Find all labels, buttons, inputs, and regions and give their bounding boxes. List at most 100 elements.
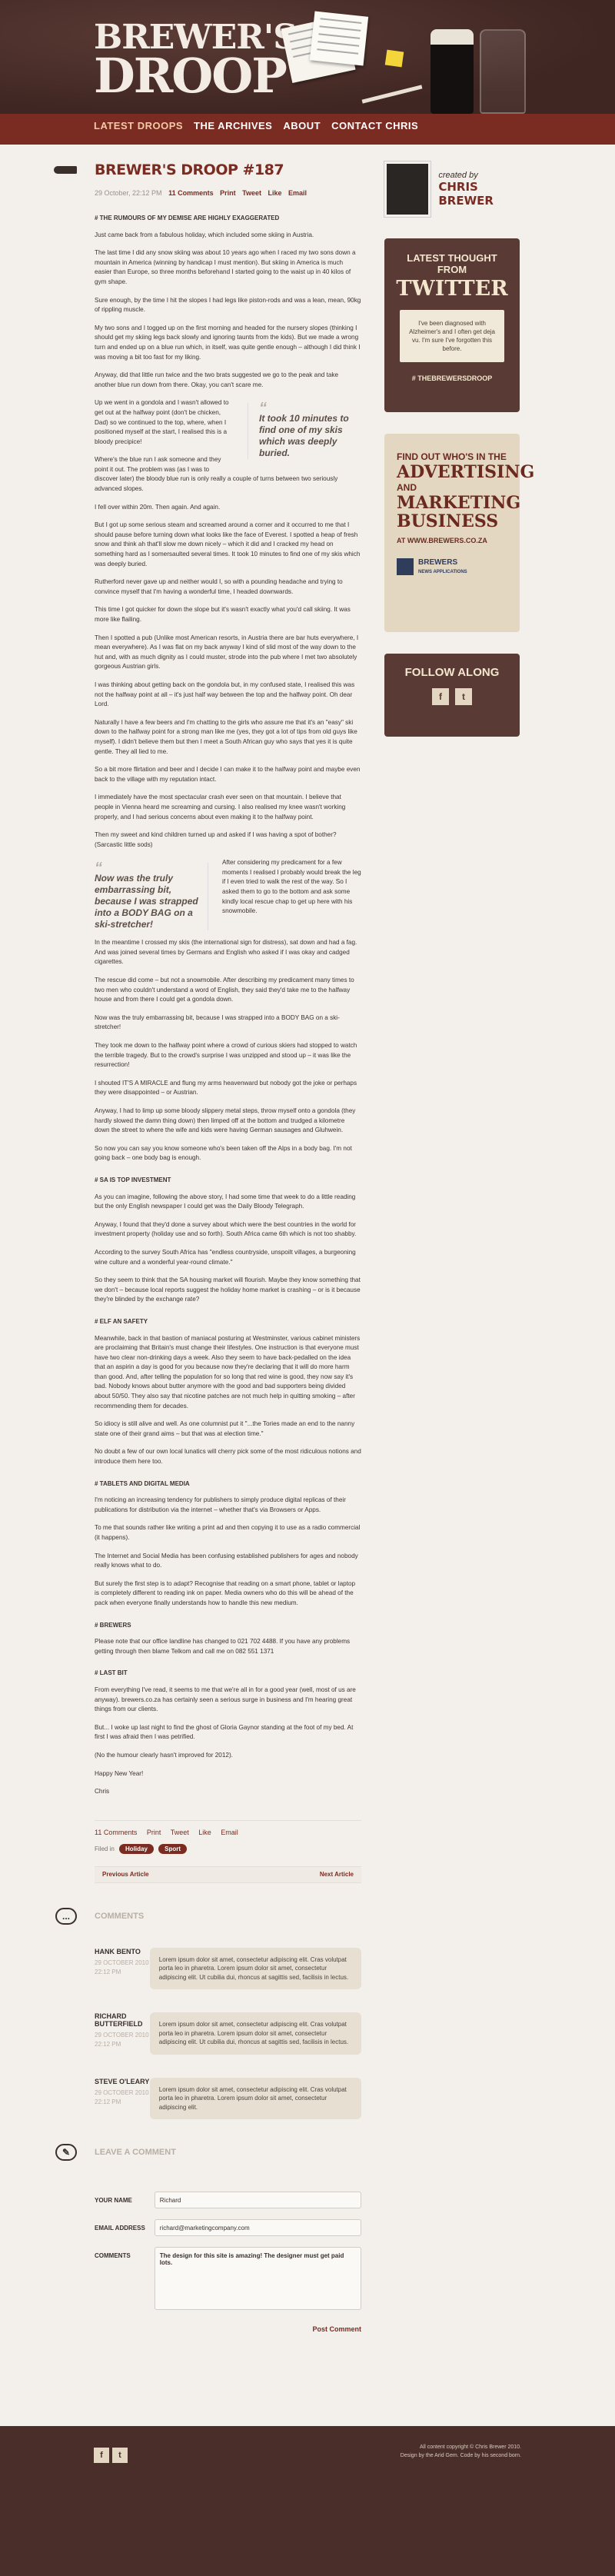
section-heading: # BREWERS [95,1621,131,1629]
ad-line3: AND [397,482,417,493]
paragraph: Then my sweet and kind children turned u… [95,831,337,848]
nav-latest-droops[interactable]: LATEST DROOPS [94,120,183,131]
comment-date: 29 October 2010 22:12 PM [95,1959,149,1975]
paragraph: In the meantime I crossed my skis (the i… [95,939,357,966]
previous-article-link[interactable]: Previous Article [102,1871,149,1878]
main-content: BREWER'S DROOP #187 29 October, 22:12 PM… [54,161,361,2333]
author-name[interactable]: CHRIS BREWER [438,180,520,208]
site-header: BREWER'S DROOP [0,0,615,114]
paragraph: Happy New Year! [95,1769,144,1777]
author-avatar [384,161,431,217]
twitter-line1: LATEST THOUGHT FROM [407,252,497,275]
comment-author: RICHARD BUTTERFIELD 29 October 2010 22:12… [95,2012,150,2055]
twitter-handle-link[interactable]: # THEBREWERSDROOP [395,374,509,382]
pull-quote-text: It took 10 minutes to find one of my ski… [259,413,349,459]
paragraph: Please note that our office landline has… [95,1638,351,1655]
meta-like-link[interactable]: Like [268,189,282,197]
section-heading: # ELF AN SAFETY [95,1317,148,1325]
paragraph: To me that sounds rather like writing a … [95,1524,361,1541]
footer-copyright: All content copyright © Chris Brewer 201… [401,2443,521,2460]
twitter-icon[interactable]: t [455,688,472,705]
filed-in: Filed in Holiday Sport [95,1843,361,1854]
follow-title: FOLLOW ALONG [404,666,500,679]
meta-email-link[interactable]: Email [288,189,307,197]
paragraph: Then I spotted a pub (Unlike most Americ… [95,634,359,671]
paragraph: The Internet and Social Media has been c… [95,1552,358,1569]
comments-header: ... COMMENTS [55,1907,361,1925]
facebook-icon[interactable]: f [432,688,449,705]
paragraph: So now you can say you know someone who'… [95,1144,352,1162]
name-input[interactable]: Richard [154,2192,361,2209]
comment-author: STEVE O'LEARY 29 October 2010 22:12 PM [95,2078,150,2120]
paragraph: So idiocy is still alive and well. As on… [95,1420,355,1437]
paragraph: Anyway, did that little run twice and th… [95,371,339,388]
comment-date: 29 October 2010 22:12 PM [95,2032,149,2048]
post-footer-links: 11 Comments Print Tweet Like Email [95,1819,361,1836]
footer-email-link[interactable]: Email [221,1829,238,1836]
post-date: 29 October, 22:12 PM [95,189,162,197]
next-article-link[interactable]: Next Article [320,1871,354,1878]
created-by-label: created by [438,171,478,180]
filed-in-label: Filed in [95,1845,115,1852]
paragraph: Just came back from a fabulous holiday, … [95,231,314,238]
paragraph: No doubt a few of our own local lunatics… [95,1448,361,1466]
email-input[interactable]: richard@marketingcompany.com [154,2219,361,2237]
comments-label: COMMENTS [95,2252,131,2260]
paragraph: This time I got quicker for down the slo… [95,606,351,623]
paragraph: Anyway, I found that they'd done a surve… [95,1220,357,1238]
twitter-line2: TWITTER [396,277,508,301]
sidebar: created by CHRIS BREWER LATEST THOUGHT F… [384,161,535,737]
nav-contact-chris[interactable]: CONTACT CHRIS [331,120,418,131]
paragraph: So they seem to think that the SA housin… [95,1276,361,1303]
comment-item: HANK BENTO 29 October 2010 22:12 PM Lorem… [95,1947,361,1990]
paragraph: So a bit more flirtation and beer and I … [95,766,361,783]
tag-holiday[interactable]: Holiday [119,1843,154,1854]
beer-glass-empty [480,29,526,114]
comments-heading: COMMENTS [95,1911,145,1921]
footer-print-link[interactable]: Print [147,1829,161,1836]
footer-twitter-icon[interactable]: t [112,2448,128,2463]
site-logo[interactable]: BREWER'S DROOP [94,21,298,104]
speech-bubble-icon: ... [55,1907,77,1925]
section-heading: # LAST BIT [95,1669,128,1677]
comment-item: STEVE O'LEARY 29 October 2010 22:12 PM Lo… [95,2077,361,2120]
nav-about[interactable]: ABOUT [283,120,321,131]
section-heading: # SA IS TOP INVESTMENT [95,1176,171,1183]
paragraph: But... I woke up last night to find the … [95,1723,354,1741]
paragraph: From everything I've read, it seems to m… [95,1686,356,1713]
main-nav: LATEST DROOPS THE ARCHIVES ABOUT CONTACT… [0,114,615,145]
paragraph: I shouted IT'S A MIRACLE and flung my ar… [95,1079,357,1097]
meta-comments-link[interactable]: 11 Comments [168,189,214,197]
sticky-note [384,49,404,68]
nav-the-archives[interactable]: THE ARCHIVES [194,120,272,131]
comments-textarea[interactable]: The design for this site is amazing! The… [154,2247,361,2311]
comment-date: 29 October 2010 22:12 PM [95,2088,149,2105]
paragraph: (No the humour clearly hasn't improved f… [95,1751,233,1759]
comment-text: Lorem ipsum dolor sit amet, consectetur … [149,1947,361,1990]
tweet-text: I've been diagnosed with Alzheimer's and… [400,310,504,362]
paragraph: As you can imagine, following the above … [95,1193,356,1210]
paragraph: But surely the first step is to adapt? R… [95,1579,356,1606]
logo-line-2: DROOP [94,47,288,104]
footer-like-link[interactable]: Like [198,1829,211,1836]
prev-next-nav: Previous Article Next Article [95,1865,361,1883]
pointing-hand-icon [54,163,86,177]
brewers-logo-icon [397,558,414,575]
ad-line4: MARKETING [397,493,521,513]
paragraph: But I got up some serious steam and scre… [95,521,361,567]
cigarette-illustration [361,85,423,104]
advert-widget[interactable]: FIND OUT WHO'S IN THE ADVERTISING AND MA… [384,434,535,632]
paragraph: I'm noticing an increasing tendency for … [95,1496,346,1513]
meta-tweet-link[interactable]: Tweet [242,189,261,197]
beer-glass-full [430,29,474,114]
leave-comment-heading: LEAVE A COMMENT [95,2148,176,2158]
tag-sport[interactable]: Sport [158,1843,188,1854]
ad-line2: ADVERTISING [397,462,535,482]
post-comment-button[interactable]: Post Comment [95,2325,361,2333]
paragraph: According to the survey South Africa has… [95,1248,356,1266]
footer-tweet-link[interactable]: Tweet [171,1829,189,1836]
meta-print-link[interactable]: Print [220,189,236,197]
footer-comments-link[interactable]: 11 Comments [95,1829,137,1836]
footer-facebook-icon[interactable]: f [94,2448,109,2463]
paragraph: Chris [95,1788,110,1796]
